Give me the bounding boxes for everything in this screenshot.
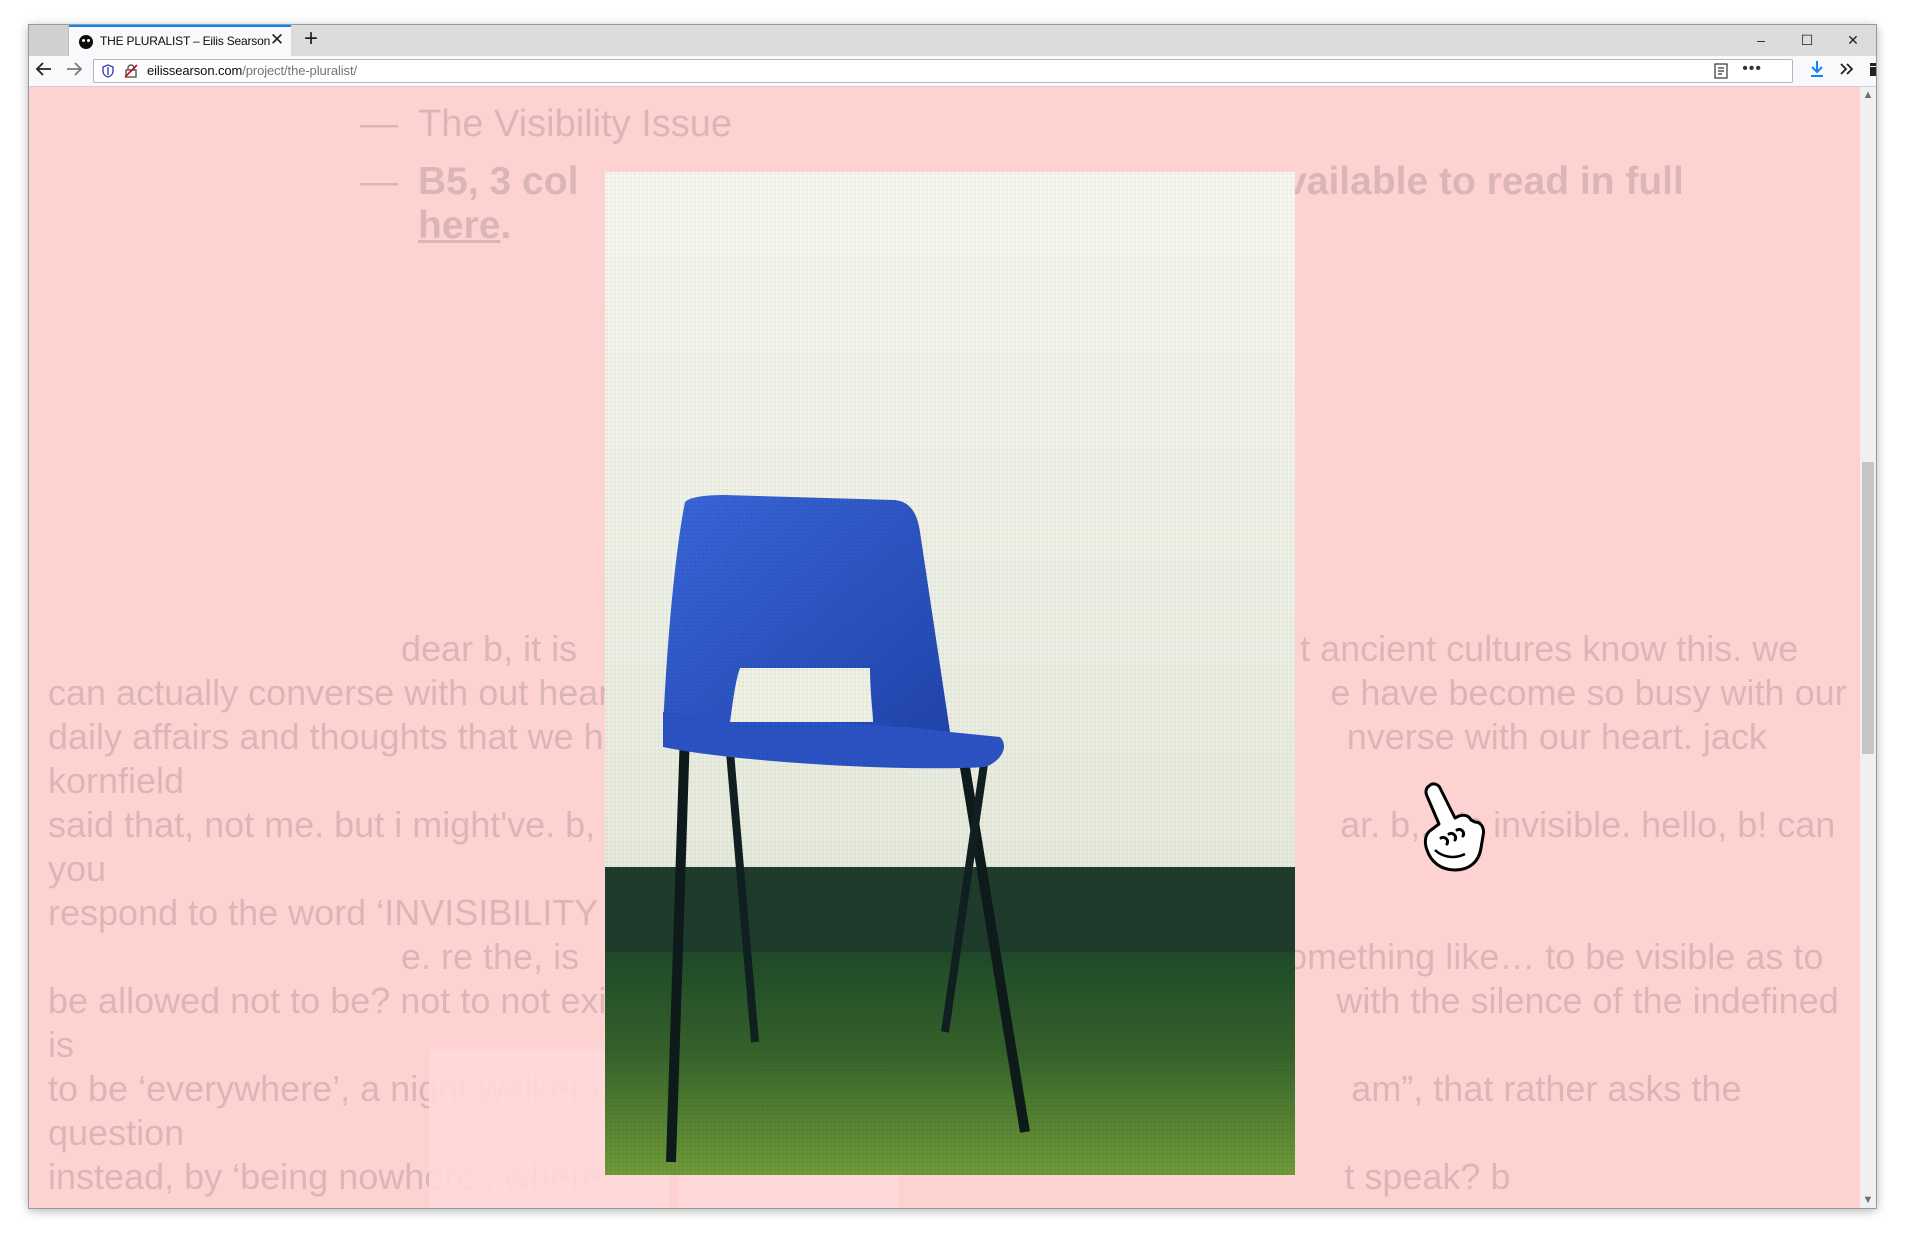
back-arrow-icon[interactable] [33,60,55,82]
page-actions-icon[interactable]: ••• [1742,60,1762,78]
format-text-end: available to read in full [1263,160,1684,203]
scroll-up-arrow-icon[interactable]: ▲ [1860,87,1876,103]
body-text-left: dear b, it is [401,628,578,669]
body-text-right: e have become so busy with our [1330,672,1847,713]
tab-title: THE PLURALIST – Eilis Searson [100,34,271,48]
issue-line: — The Visibility Issue [360,102,732,146]
tab-bar-spacer [29,25,69,56]
body-text-left: e. re the, is [401,936,580,977]
tab-bar: THE PLURALIST – Eilis Searson ✕ + – ☐ ✕ [29,25,1876,56]
browser-window: THE PLURALIST – Eilis Searson ✕ + – ☐ ✕ … [29,25,1876,1208]
halftone-texture [605,172,1295,1175]
new-tab-button[interactable]: + [299,27,323,52]
extensions-icon[interactable] [1866,60,1876,82]
chair-photo [605,172,1295,1175]
url-bar[interactable]: eilissearson.com/project/the-pluralist/ … [93,59,1793,83]
body-text-left: respond to the word ‘INVISIBILITY [48,892,599,933]
glove-hand-cursor-icon [1423,782,1485,872]
shield-icon[interactable] [102,64,114,78]
body-text-left: said that, not me. but i might've. b, i [48,804,614,845]
close-tab-icon[interactable]: ✕ [269,31,285,48]
download-icon[interactable] [1806,60,1828,82]
url-text[interactable]: eilissearson.com/project/the-pluralist/ [147,63,357,78]
lightbox-chair-image[interactable] [605,172,1295,1175]
format-text-start: B5, 3 col [418,160,579,203]
reader-view-icon[interactable] [1714,63,1728,79]
url-path: /project/the-pluralist/ [242,63,357,78]
body-text-right: t ancient cultures know this. we [1300,628,1799,669]
overflow-chevrons-icon[interactable] [1836,60,1858,82]
format-period: . [500,204,512,247]
body-text-left: daily affairs and thoughts that we ha [48,716,624,757]
scrollbar-thumb[interactable] [1862,462,1874,754]
minimize-button[interactable]: – [1738,25,1784,56]
read-in-full-link[interactable]: here [418,204,500,247]
issue-dash: — [360,103,398,145]
page-viewport: — The Visibility Issue — B5, 3 col availa… [29,87,1860,1208]
url-domain: eilissearson.com [147,63,243,78]
scroll-down-arrow-icon[interactable]: ▼ [1860,1192,1876,1208]
site-favicon-icon [79,35,93,49]
vertical-scrollbar[interactable]: ▲ ▼ [1860,87,1876,1208]
issue-title: The Visibility Issue [418,103,732,145]
body-text-left: be allowed not to be? not to not exis [48,980,625,1021]
body-text-right: t speak? b [1344,1156,1511,1197]
tab-active[interactable]: THE PLURALIST – Eilis Searson ✕ [69,25,291,56]
body-text-left: can actually converse with out hear [48,672,611,713]
body-text-right: something like… to be visible as to [1269,936,1824,977]
maximize-button[interactable]: ☐ [1784,25,1830,56]
insecure-lock-icon[interactable] [124,64,138,78]
navigation-toolbar: eilissearson.com/project/the-pluralist/ … [29,56,1876,87]
close-window-button[interactable]: ✕ [1830,25,1876,56]
format-dash: — [360,161,398,203]
forward-arrow-icon[interactable] [63,60,85,82]
